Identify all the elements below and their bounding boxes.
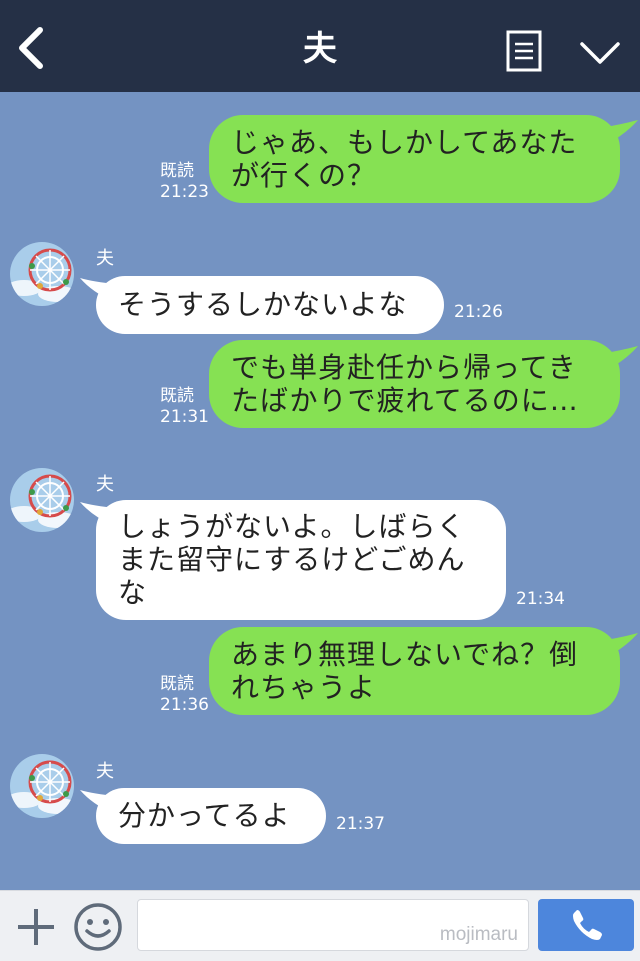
message-line: れちゃうよ <box>231 671 377 704</box>
message-line: あまり無理しないでね？倒 <box>231 638 579 671</box>
message-line: しょうがないよ。しばらく <box>118 510 466 543</box>
chat-history[interactable]: 既読 21:23 じゃあ、もしかしてあなた が行くの？ 夫 そうするしかないよな… <box>0 92 640 890</box>
outgoing-message: あまり無理しないでね？倒 れちゃうよ <box>209 627 620 715</box>
chat-header: 夫 <box>0 0 640 92</box>
message-composer: mojimaru <box>0 890 640 961</box>
message-time: 21:31 <box>160 407 209 427</box>
avatar[interactable] <box>10 242 74 306</box>
sender-name: 夫 <box>96 248 114 269</box>
outgoing-message: じゃあ、もしかしてあなた が行くの？ <box>209 115 620 203</box>
message-line: な <box>118 576 148 609</box>
page-title: 夫 <box>303 29 337 69</box>
message-time: 21:36 <box>160 695 209 715</box>
phone-icon <box>573 910 602 940</box>
message-time: 21:26 <box>454 302 503 322</box>
watermark: mojimaru <box>439 924 518 945</box>
message-input[interactable]: mojimaru <box>137 899 529 951</box>
plus-icon[interactable] <box>14 905 58 949</box>
message-line: たばかりで疲れてるのに… <box>231 384 579 417</box>
message-line: 分かってるよ <box>118 799 291 832</box>
message-line: じゃあ、もしかしてあなた <box>231 126 578 159</box>
notes-icon[interactable] <box>506 30 542 72</box>
message-time: 21:34 <box>516 589 565 609</box>
message-line: また留守にするけどごめん <box>118 543 466 576</box>
chevron-down-icon[interactable] <box>578 38 622 68</box>
call-button[interactable] <box>538 899 634 951</box>
outgoing-message: でも単身赴任から帰ってき たばかりで疲れてるのに… <box>209 340 620 428</box>
message-time: 21:23 <box>160 182 209 202</box>
incoming-message: そうするしかないよな <box>96 276 444 334</box>
avatar[interactable] <box>10 754 74 818</box>
message-time: 21:37 <box>336 814 385 834</box>
avatar[interactable] <box>10 468 74 532</box>
read-receipt: 既読 <box>160 674 194 694</box>
incoming-message: 分かってるよ <box>96 788 326 844</box>
message-line: そうするしかないよな <box>118 288 408 321</box>
read-receipt: 既読 <box>160 386 194 406</box>
back-chevron-icon[interactable] <box>14 24 54 72</box>
message-line: でも単身赴任から帰ってき <box>231 351 577 384</box>
read-receipt: 既読 <box>160 161 194 181</box>
smiley-icon[interactable] <box>72 901 124 953</box>
sender-name: 夫 <box>96 474 114 495</box>
sender-name: 夫 <box>96 761 114 782</box>
incoming-message: しょうがないよ。しばらく また留守にするけどごめん な <box>96 500 506 620</box>
message-line: が行くの？ <box>231 159 377 192</box>
